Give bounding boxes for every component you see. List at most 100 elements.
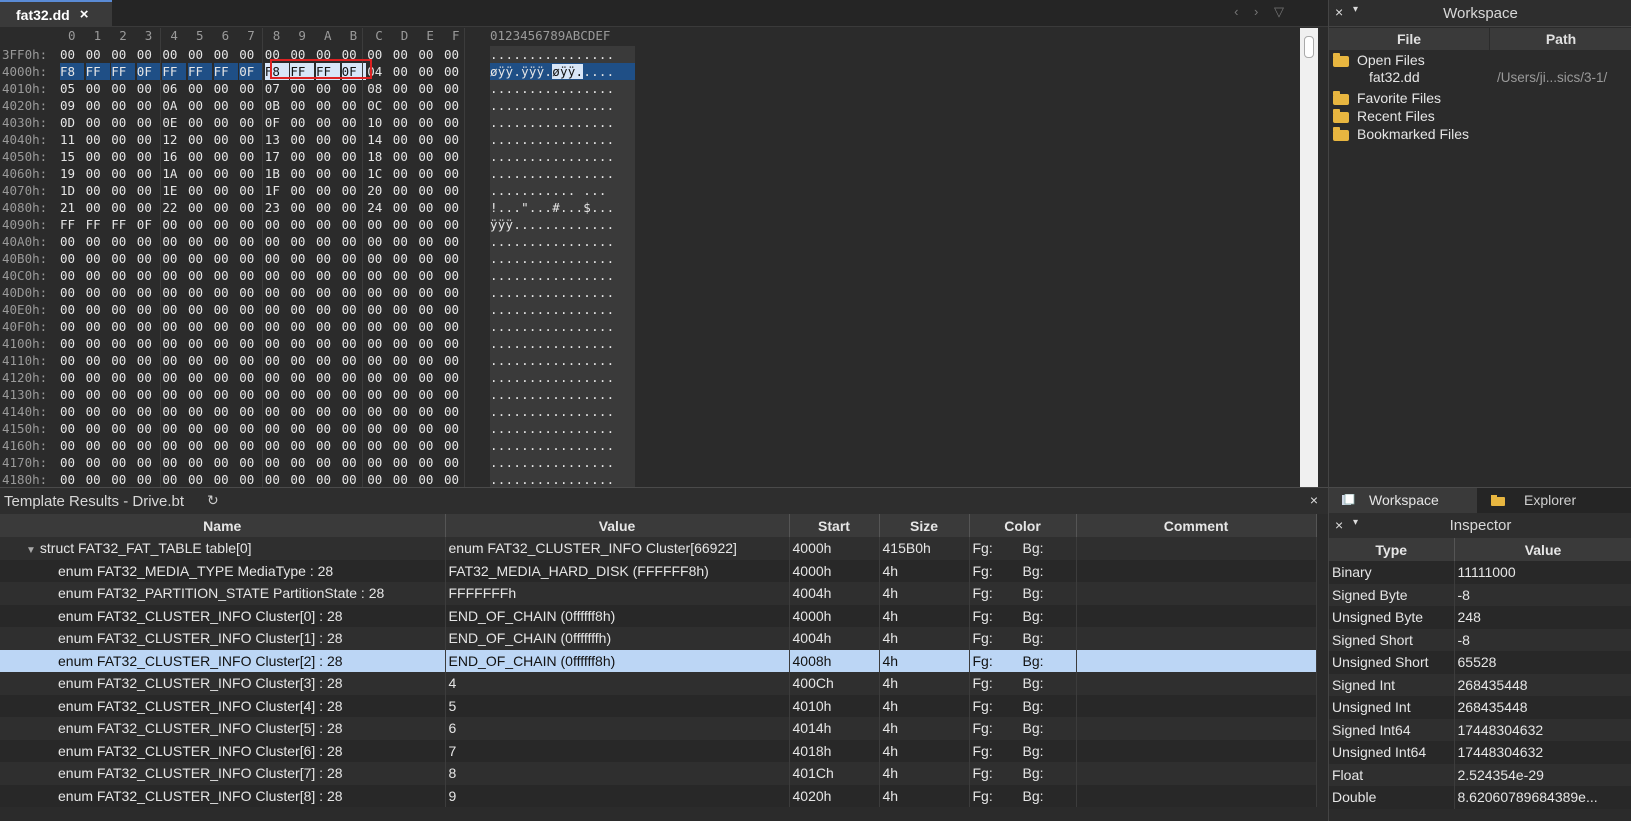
hex-byte[interactable]: 00 bbox=[111, 352, 135, 369]
hex-byte[interactable]: 00 bbox=[393, 233, 417, 250]
hex-byte[interactable]: 00 bbox=[418, 97, 442, 114]
hex-byte[interactable]: 00 bbox=[418, 46, 442, 63]
hex-byte[interactable]: 00 bbox=[111, 301, 135, 318]
hex-byte[interactable]: 00 bbox=[239, 233, 263, 250]
hex-byte[interactable]: 00 bbox=[418, 335, 442, 352]
tab-explorer[interactable]: Explorer bbox=[1479, 488, 1631, 513]
hex-byte[interactable]: 09 bbox=[60, 97, 84, 114]
hex-byte[interactable]: 00 bbox=[290, 80, 314, 97]
table-row[interactable]: enum FAT32_CLUSTER_INFO Cluster[2] : 28 E… bbox=[0, 649, 1317, 672]
cell-value[interactable]: FFFFFFFh bbox=[445, 582, 790, 605]
cell-start[interactable]: 4000h bbox=[789, 537, 880, 560]
hex-byte[interactable]: 00 bbox=[60, 454, 84, 471]
hex-byte[interactable]: 00 bbox=[86, 199, 110, 216]
hex-byte[interactable]: 00 bbox=[316, 335, 340, 352]
tab-navigation-icons[interactable]: ‹ › ▽ bbox=[1234, 4, 1290, 20]
table-row[interactable]: enum FAT32_CLUSTER_INFO Cluster[6] : 28 7… bbox=[0, 739, 1317, 762]
hex-byte[interactable]: 00 bbox=[265, 352, 289, 369]
hex-byte[interactable]: 21 bbox=[60, 199, 84, 216]
tree-item-bookmarked-files[interactable]: Bookmarked Files bbox=[1333, 125, 1469, 143]
table-row[interactable]: enum FAT32_PARTITION_STATE PartitionStat… bbox=[0, 582, 1317, 605]
cell-value[interactable]: 8 bbox=[445, 762, 790, 785]
hex-byte[interactable]: 00 bbox=[393, 97, 417, 114]
hex-row[interactable]: 4090h: FF FF FF 0F 00 00 00 00 00 00 00 00 00 00 00 00 ÿÿ… bbox=[0, 216, 1300, 233]
hex-byte[interactable]: F8 bbox=[60, 63, 84, 80]
hex-ascii[interactable]: øÿÿ.ÿÿÿ.øÿÿ..... bbox=[490, 63, 635, 80]
hex-byte[interactable]: 00 bbox=[60, 46, 84, 63]
hex-byte[interactable]: 00 bbox=[86, 182, 110, 199]
hex-byte[interactable]: 00 bbox=[137, 114, 161, 131]
hex-byte[interactable]: 00 bbox=[239, 131, 263, 148]
hex-byte[interactable]: 00 bbox=[188, 46, 212, 63]
hex-byte[interactable]: 00 bbox=[393, 114, 417, 131]
hex-byte[interactable]: FF bbox=[85, 63, 110, 80]
hex-ascii[interactable]: ................ bbox=[490, 386, 635, 403]
hex-byte[interactable]: 00 bbox=[111, 437, 135, 454]
hex-byte[interactable]: 00 bbox=[188, 267, 212, 284]
hex-byte[interactable]: 00 bbox=[162, 437, 186, 454]
hex-byte[interactable]: 00 bbox=[316, 301, 340, 318]
inspector-row[interactable]: Signed Int 268435448 bbox=[1329, 673, 1631, 696]
hex-byte[interactable]: 00 bbox=[265, 216, 289, 233]
cell-start[interactable]: 4020h bbox=[789, 784, 880, 807]
hex-byte[interactable]: 00 bbox=[162, 318, 186, 335]
hex-byte[interactable]: 00 bbox=[162, 284, 186, 301]
hex-byte[interactable]: 00 bbox=[214, 165, 238, 182]
hex-byte[interactable]: 00 bbox=[367, 386, 391, 403]
hex-byte[interactable]: 16 bbox=[162, 148, 186, 165]
hex-byte[interactable]: 00 bbox=[188, 216, 212, 233]
hex-byte[interactable]: 00 bbox=[214, 80, 238, 97]
cell-start[interactable]: 4000h bbox=[789, 604, 880, 627]
cell-color[interactable]: Fg: Bg: bbox=[969, 649, 1077, 672]
hex-byte[interactable]: 00 bbox=[86, 386, 110, 403]
hex-byte[interactable]: 1D bbox=[60, 182, 84, 199]
hex-byte[interactable]: 0F bbox=[239, 63, 264, 80]
hex-byte[interactable]: FF bbox=[213, 63, 238, 80]
hex-byte[interactable]: 00 bbox=[290, 148, 314, 165]
cell-color[interactable]: Fg: Bg: bbox=[969, 582, 1077, 605]
hex-byte[interactable]: 00 bbox=[265, 250, 289, 267]
hex-byte[interactable]: 00 bbox=[316, 454, 340, 471]
hex-byte[interactable]: 00 bbox=[265, 386, 289, 403]
cell-value[interactable]: END_OF_CHAIN (0ffffff8h) bbox=[445, 649, 790, 672]
hex-byte[interactable]: 00 bbox=[367, 369, 391, 386]
hex-byte[interactable]: FF bbox=[111, 216, 135, 233]
hex-byte[interactable]: 00 bbox=[162, 335, 186, 352]
column-header-comment[interactable]: Comment bbox=[1076, 514, 1317, 537]
cell-color[interactable]: Fg: Bg: bbox=[969, 672, 1077, 695]
table-row[interactable]: enum FAT32_CLUSTER_INFO Cluster[1] : 28 E… bbox=[0, 627, 1317, 650]
hex-row[interactable]: 40F0h: 00 00 00 00 00 00 00 00 00 00 00 00 00 00 00 00..… bbox=[0, 318, 1300, 335]
hex-byte[interactable]: 00 bbox=[316, 471, 340, 487]
inspector-row[interactable]: Unsigned Int64 17448304632 bbox=[1329, 741, 1631, 764]
cell-comment[interactable] bbox=[1076, 672, 1317, 695]
cell-name[interactable]: enum FAT32_CLUSTER_INFO Cluster[2] : 28 bbox=[0, 649, 446, 672]
hex-byte[interactable]: 00 bbox=[290, 199, 314, 216]
hex-byte[interactable]: 00 bbox=[137, 148, 161, 165]
hex-byte[interactable]: 00 bbox=[86, 335, 110, 352]
hex-row[interactable]: 4100h: 00 00 00 00 00 00 00 00 00 00 00 00 00 00 00 00..… bbox=[0, 335, 1300, 352]
hex-row[interactable]: 4180h: 00 00 00 00 00 00 00 00 00 00 00 00 00 00 00 00..… bbox=[0, 471, 1300, 487]
hex-row[interactable]: 4070h: 1D 00 00 00 1E 00 00 00 1F 00 00 00 20 00 00 00..… bbox=[0, 182, 1300, 199]
hex-byte[interactable]: 00 bbox=[418, 182, 442, 199]
cell-name[interactable]: enum FAT32_CLUSTER_INFO Cluster[7] : 28 bbox=[0, 762, 446, 785]
hex-byte[interactable]: 00 bbox=[188, 148, 212, 165]
hex-byte[interactable]: 00 bbox=[367, 454, 391, 471]
cell-start[interactable]: 4010h bbox=[789, 694, 880, 717]
hex-byte[interactable]: 00 bbox=[290, 250, 314, 267]
hex-byte[interactable]: 00 bbox=[188, 165, 212, 182]
hex-row[interactable]: 3FF0h: 00 00 00 00 00 00 00 00 00 00 00 00 00 00 00 00..… bbox=[0, 46, 1300, 63]
cell-comment[interactable] bbox=[1076, 537, 1317, 560]
cell-size[interactable]: 4h bbox=[879, 672, 970, 695]
hex-byte[interactable]: 00 bbox=[265, 318, 289, 335]
hex-byte[interactable]: 00 bbox=[290, 284, 314, 301]
hex-row[interactable]: 4020h: 09 00 00 00 0A 00 00 00 0B 00 00 00 0C 00 00 00..… bbox=[0, 97, 1300, 114]
hex-byte[interactable]: 00 bbox=[239, 301, 263, 318]
hex-byte[interactable]: 1F bbox=[265, 182, 289, 199]
inspector-value[interactable]: 248 bbox=[1454, 606, 1631, 629]
hex-scrollbar[interactable] bbox=[1300, 28, 1318, 487]
hex-byte[interactable]: 00 bbox=[188, 250, 212, 267]
hex-byte[interactable]: 00 bbox=[188, 403, 212, 420]
hex-byte[interactable]: 00 bbox=[137, 420, 161, 437]
hex-ascii[interactable]: ................ bbox=[490, 318, 635, 335]
hex-byte[interactable]: 20 bbox=[367, 182, 391, 199]
